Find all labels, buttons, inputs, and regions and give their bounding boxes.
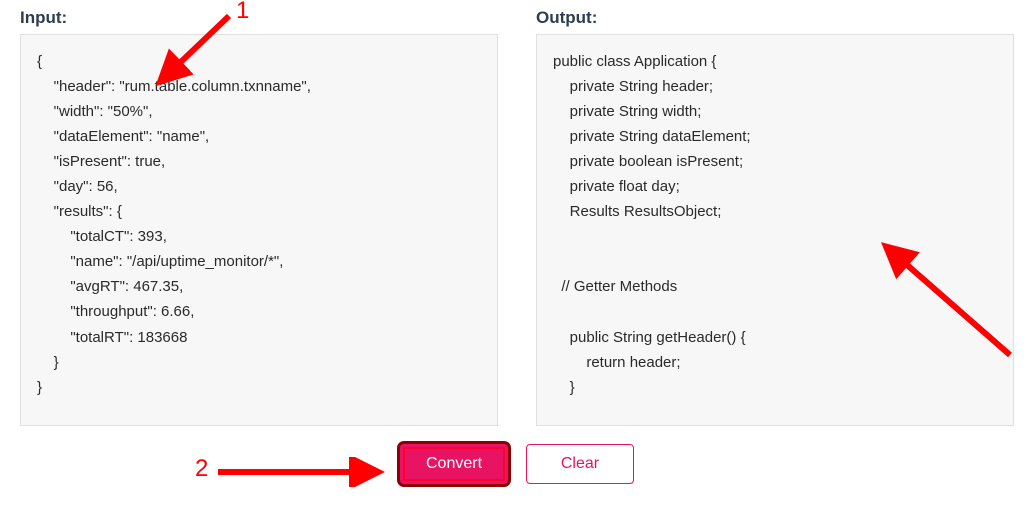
annotation-arrow-3-icon [870,235,1020,365]
button-row: Convert Clear [0,444,1034,484]
annotation-arrow-1-icon [144,8,244,93]
annotation-number-1: 1 [236,0,249,25]
clear-button[interactable]: Clear [526,444,634,484]
annotation-number-2: 2 [195,455,208,483]
output-code-box[interactable]: public class Application { private Strin… [536,34,1014,426]
input-label: Input: [20,8,498,28]
output-label: Output: [536,8,1014,28]
input-panel: Input: { "header": "rum.table.column.txn… [20,8,498,426]
convert-button[interactable]: Convert [400,444,508,484]
input-code-box[interactable]: { "header": "rum.table.column.txnname", … [20,34,498,426]
annotation-arrow-2-icon [213,457,388,487]
